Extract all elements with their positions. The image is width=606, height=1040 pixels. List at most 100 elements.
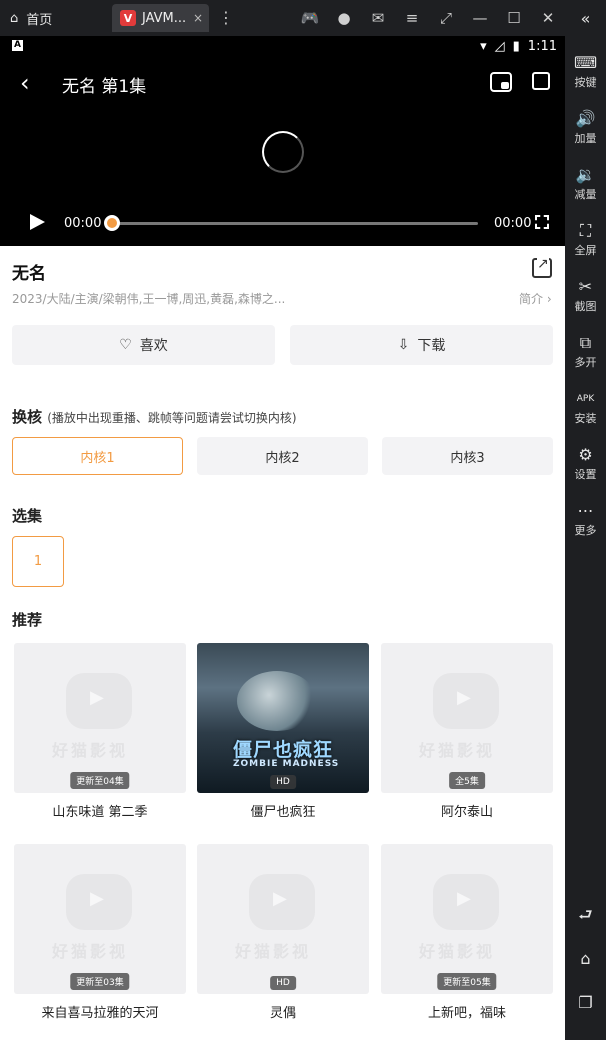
volume-up-icon: 🔊 xyxy=(575,109,596,128)
video-player[interactable]: ‹ 无名 第1集 00:00 00:00 xyxy=(0,58,565,246)
recommend-card[interactable]: 僵尸也疯狂 ZOMBIE MADNESS HD 僵尸也疯狂 xyxy=(197,643,369,820)
sidebar-item-volume-up[interactable]: 🔊 加量 xyxy=(565,108,606,146)
recommend-title: 灵偶 xyxy=(269,1006,296,1021)
share-icon[interactable] xyxy=(532,256,552,278)
placeholder-cat-icon xyxy=(66,673,132,729)
sidebar-item-install[interactable]: APK 安装 xyxy=(565,388,606,426)
recommend-card[interactable]: 好猫影视 更新至03集 来自喜马拉雅的天河 xyxy=(14,844,186,1021)
status-badge: 全5集 xyxy=(449,772,485,789)
recommend-card[interactable]: 好猫影视 HD 灵偶 xyxy=(197,844,369,1021)
tab-menu-icon[interactable]: ⋮ xyxy=(218,8,234,28)
recents-icon[interactable]: ❐ xyxy=(565,992,606,1014)
sidebar-item-volume-down[interactable]: 🔉 减量 xyxy=(565,164,606,202)
app-tab[interactable]: V JAVM... × xyxy=(112,4,209,32)
placeholder-cat-icon xyxy=(66,874,132,930)
battery-icon: ▮ xyxy=(512,39,520,54)
no-signal-icon: ◿ xyxy=(494,39,505,54)
kernel-heading: 换核 (播放中出现重播、跳帧等问题请尝试切换内核) xyxy=(12,408,297,426)
pip-icon[interactable] xyxy=(490,72,512,92)
maximize-icon[interactable]: ☐ xyxy=(504,8,524,28)
video-meta: 2023/大陆/主演/梁朝伟,王一博,周迅,黄磊,森博之... xyxy=(12,292,286,306)
status-badge: 更新至03集 xyxy=(70,973,130,990)
duration: 00:00 xyxy=(494,216,532,231)
sidebar-item-more[interactable]: ⋯ 更多 xyxy=(565,500,606,538)
sidebar-item-settings[interactable]: ⚙ 设置 xyxy=(565,444,606,482)
app-tab-label: JAVM... xyxy=(142,10,187,26)
download-button[interactable]: ⇩ 下载 xyxy=(290,325,553,365)
video-title: 无名 xyxy=(12,264,46,284)
recommend-card[interactable]: 好猫影视 更新至04集 山东味道 第二季 xyxy=(14,643,186,820)
wifi-icon: ▾ xyxy=(480,39,487,54)
app-logo-icon: V xyxy=(120,10,136,26)
progress-knob[interactable] xyxy=(104,215,120,231)
kernel-option-1[interactable]: 内核1 xyxy=(12,437,183,475)
kernel-option-2[interactable]: 内核2 xyxy=(197,437,368,475)
kernel-hint: (播放中出现重播、跳帧等问题请尝试切换内核) xyxy=(47,411,297,425)
avatar-icon[interactable]: ● xyxy=(334,8,354,28)
recommend-thumb: 好猫影视 全5集 xyxy=(381,643,553,793)
multi-instance-icon: ⧉ xyxy=(579,333,592,352)
status-badge: HD xyxy=(270,976,296,990)
keyboard-icon: ⌨ xyxy=(573,53,598,72)
placeholder-cat-icon xyxy=(249,874,315,930)
placeholder-cat-icon xyxy=(433,874,499,930)
home-tab[interactable]: ⌂ 首页 xyxy=(10,6,52,30)
recommend-thumb: 好猫影视 更新至03集 xyxy=(14,844,186,994)
recommend-thumb: 好猫影视 更新至05集 xyxy=(381,844,553,994)
recommend-thumb: 僵尸也疯狂 ZOMBIE MADNESS HD xyxy=(197,643,369,793)
gamepad-icon[interactable]: 🎮 xyxy=(300,8,320,28)
mail-icon[interactable]: ✉ xyxy=(368,8,388,28)
recommend-title: 僵尸也疯狂 xyxy=(250,805,316,820)
back-arrow-icon[interactable]: ‹ xyxy=(20,70,30,96)
volume-down-icon: 🔉 xyxy=(575,165,596,184)
status-badge: HD xyxy=(270,775,296,789)
status-bar: A ▾ ◿ ▮ 1:11 xyxy=(0,36,565,58)
notification-icon: A xyxy=(12,40,23,51)
recommend-thumb: 好猫影视 HD xyxy=(197,844,369,994)
collapse-icon[interactable]: « xyxy=(565,8,606,30)
current-time: 00:00 xyxy=(64,216,102,231)
home-tab-label: 首页 xyxy=(26,12,53,28)
status-badge: 更新至04集 xyxy=(70,772,130,789)
crop-icon[interactable]: ⤢ xyxy=(436,8,456,28)
kernel-option-3[interactable]: 内核3 xyxy=(382,437,553,475)
loading-spinner xyxy=(262,131,304,173)
player-title: 无名 第1集 xyxy=(62,77,147,97)
heart-icon: ♡ xyxy=(119,337,132,353)
episode-1-button[interactable]: 1 xyxy=(12,536,64,587)
cast-icon[interactable] xyxy=(532,72,550,90)
home-icon[interactable]: ⌂ xyxy=(565,948,606,970)
tab-close-icon[interactable]: × xyxy=(193,11,203,25)
more-icon: ⋯ xyxy=(577,501,594,520)
recommend-thumb: 好猫影视 更新至04集 xyxy=(14,643,186,793)
close-icon[interactable]: ✕ xyxy=(538,8,558,28)
recommend-heading: 推荐 xyxy=(12,611,43,629)
window-titlebar: ⌂ 首页 V JAVM... × ⋮ 🎮 ● ✉ ≡ ⤢ — ☐ ✕ xyxy=(0,0,606,36)
recommend-title: 山东味道 第二季 xyxy=(52,805,148,820)
sidebar-item-fullscreen[interactable]: ⛶ 全屏 xyxy=(565,220,606,258)
sidebar-item-keys[interactable]: ⌨ 按键 xyxy=(565,52,606,90)
fullscreen-icon[interactable] xyxy=(535,215,549,229)
recommend-card[interactable]: 好猫影视 更新至05集 上新吧，福味 xyxy=(381,844,553,1021)
phone-screen: A ▾ ◿ ▮ 1:11 ‹ 无名 第1集 00:00 00:00 无名 202… xyxy=(0,36,565,1040)
home-icon: ⌂ xyxy=(10,10,19,26)
apk-icon: APK xyxy=(576,394,595,404)
status-badge: 更新至05集 xyxy=(437,973,497,990)
recommend-title: 来自喜马拉雅的天河 xyxy=(41,1006,159,1021)
cloud-download-icon: ⇩ xyxy=(397,337,410,353)
like-button[interactable]: ♡ 喜欢 xyxy=(12,325,275,365)
menu-icon[interactable]: ≡ xyxy=(402,8,422,28)
back-icon[interactable]: ⮐ xyxy=(565,904,606,926)
episodes-heading: 选集 xyxy=(12,507,43,525)
progress-track[interactable] xyxy=(112,222,478,225)
play-icon[interactable] xyxy=(30,214,45,230)
minimize-icon[interactable]: — xyxy=(470,8,490,28)
fullscreen-icon: ⛶ xyxy=(579,221,592,240)
recommend-card[interactable]: 好猫影视 全5集 阿尔泰山 xyxy=(381,643,553,820)
sidebar-item-multi[interactable]: ⧉ 多开 xyxy=(565,332,606,370)
brief-link[interactable]: 简介 › xyxy=(519,290,552,307)
sidebar-item-screenshot[interactable]: ✂ 截图 xyxy=(565,276,606,314)
placeholder-cat-icon xyxy=(433,673,499,729)
gear-icon: ⚙ xyxy=(578,445,593,464)
scissors-icon: ✂ xyxy=(578,277,593,296)
